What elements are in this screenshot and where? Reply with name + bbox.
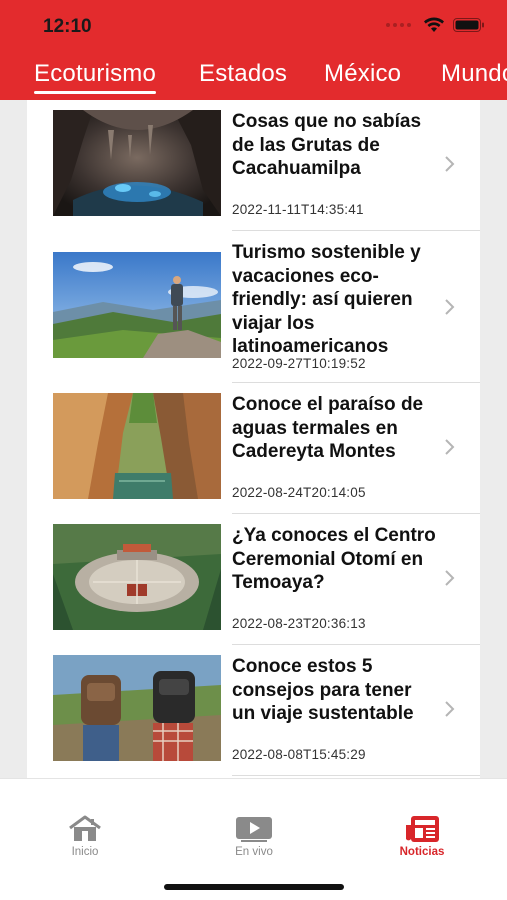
article-date: 2022-08-08T15:45:29 — [232, 747, 366, 762]
nav-label: Inicio — [71, 846, 99, 858]
article-title: ¿Ya conoces el Centro Ceremonial Otomí e… — [232, 525, 436, 593]
article-title: Conoce el paraíso de aguas termales en C… — [232, 394, 424, 462]
article-title: Cosas que no sabías de las Grutas de Cac… — [232, 111, 422, 179]
nav-en-vivo[interactable]: En vivo — [204, 815, 304, 858]
status-icons — [386, 17, 485, 33]
list-item[interactable]: Conoce estos 5 consejos para tener un vi… — [27, 645, 480, 776]
news-list: Cosas que no sabías de las Grutas de Cac… — [27, 100, 480, 778]
article-date: 2022-08-23T20:36:13 — [232, 616, 366, 631]
list-item[interactable]: ¿Ya conoces el Centro Ceremonial Otomí e… — [27, 514, 480, 645]
chevron-right-icon — [445, 299, 455, 315]
home-icon — [69, 815, 101, 841]
list-item[interactable]: Conoce el paraíso de aguas termales en C… — [27, 383, 480, 514]
ceremonial-center-photo — [53, 524, 221, 630]
nav-noticias[interactable]: Noticias — [372, 815, 472, 858]
status-time: 12:10 — [43, 16, 92, 37]
canyon-river-photo — [53, 393, 221, 499]
bottom-tab-bar: Inicio En vivo Noticias — [0, 778, 507, 900]
article-title: Conoce estos 5 consejos para tener un vi… — [232, 656, 414, 724]
play-icon — [236, 817, 272, 842]
nav-inicio[interactable]: Inicio — [35, 815, 135, 858]
tab-mundo[interactable]: Mundo — [441, 60, 507, 88]
newspaper-icon — [406, 816, 439, 842]
tab-ecoturismo[interactable]: Ecoturismo — [34, 60, 157, 94]
nav-label: En vivo — [235, 846, 273, 858]
list-item[interactable]: Turismo sostenible y vacaciones eco-frie… — [27, 231, 480, 383]
hiker-mountain-photo — [53, 252, 221, 358]
article-date: 2022-08-24T20:14:05 — [232, 485, 366, 500]
cellular-signal-icon — [386, 23, 411, 27]
backpackers-photo — [53, 655, 221, 761]
wifi-icon — [424, 17, 444, 32]
chevron-right-icon — [445, 439, 455, 455]
tab-mexico[interactable]: México — [324, 60, 401, 88]
row-divider — [232, 775, 480, 776]
status-bar: 12:10 — [0, 0, 507, 52]
article-title: Turismo sostenible y vacaciones eco-frie… — [232, 242, 421, 357]
article-date: 2022-11-11T14:35:41 — [232, 202, 364, 217]
category-tabs: Ecoturismo Estados México Mundo — [0, 56, 507, 100]
cave-photo — [53, 110, 221, 216]
article-date: 2022-09-27T10:19:52 — [232, 356, 366, 371]
nav-label: Noticias — [399, 846, 445, 858]
battery-icon — [453, 18, 484, 32]
app-header: 12:10 Ecoturismo Estados México Mundo — [0, 0, 507, 100]
tab-estados[interactable]: Estados — [199, 60, 287, 88]
chevron-right-icon — [445, 701, 455, 717]
list-item[interactable]: Cosas que no sabías de las Grutas de Cac… — [27, 100, 480, 231]
chevron-right-icon — [445, 156, 455, 172]
chevron-right-icon — [445, 570, 455, 586]
home-indicator[interactable] — [164, 884, 344, 890]
